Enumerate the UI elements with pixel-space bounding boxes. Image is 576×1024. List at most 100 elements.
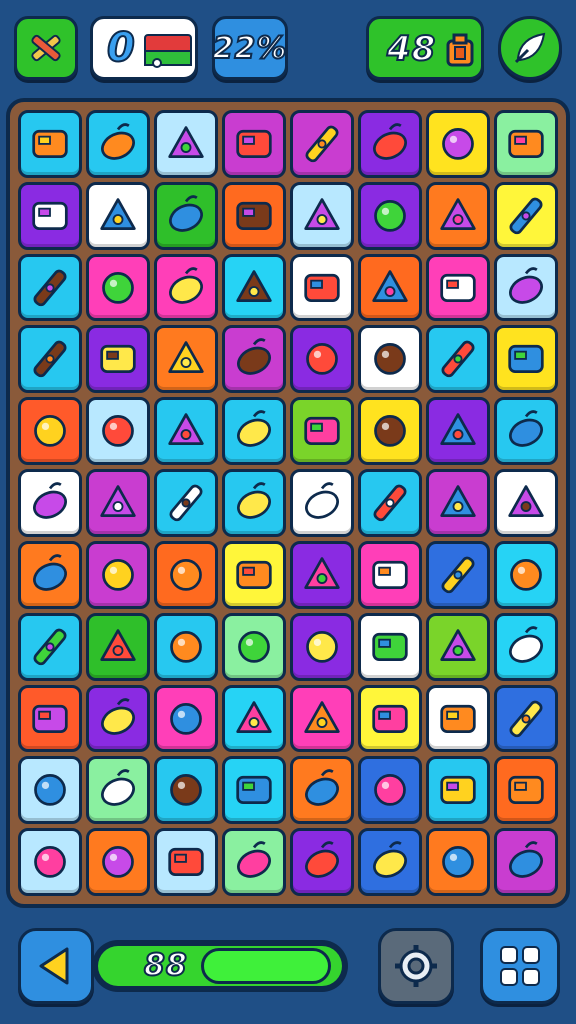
calendar-icon xyxy=(374,343,406,376)
tile-tomato[interactable] xyxy=(222,397,286,466)
tile-banana[interactable] xyxy=(18,397,82,466)
tile-spiral[interactable] xyxy=(86,828,150,896)
tile-balloon[interactable] xyxy=(426,181,490,250)
swirl-icon xyxy=(34,774,66,807)
tile-gear[interactable] xyxy=(86,612,150,681)
tile-pear[interactable] xyxy=(18,325,82,394)
tile-crayon[interactable] xyxy=(358,540,422,609)
tile-square[interactable] xyxy=(358,397,422,466)
tile-ring[interactable] xyxy=(494,253,558,322)
tile-battery[interactable] xyxy=(18,612,82,681)
tile-jar[interactable] xyxy=(426,612,490,681)
tile-leaf[interactable] xyxy=(426,756,490,825)
tile-cucumber[interactable] xyxy=(358,110,422,178)
tile-pencil[interactable] xyxy=(426,540,490,609)
tile-crayon[interactable] xyxy=(358,756,422,825)
tile-card[interactable] xyxy=(222,756,286,825)
tile-box[interactable] xyxy=(86,325,150,394)
tile-balloon[interactable] xyxy=(494,469,558,537)
tile-box[interactable] xyxy=(154,756,218,825)
menu-button[interactable] xyxy=(480,928,560,1004)
tile-table[interactable] xyxy=(154,181,218,250)
tile-bread[interactable] xyxy=(358,828,422,896)
tile-heart[interactable] xyxy=(18,469,82,537)
tile-grid-box[interactable] xyxy=(494,110,558,178)
tile-berry[interactable] xyxy=(18,828,82,896)
tile-waffle[interactable] xyxy=(290,612,354,681)
tile-block[interactable] xyxy=(222,540,286,609)
tile-book[interactable] xyxy=(154,540,218,609)
tile-speaker[interactable] xyxy=(426,253,490,322)
coin-jar-icon xyxy=(446,33,474,67)
tile-gear[interactable] xyxy=(426,325,490,394)
tile-pin[interactable] xyxy=(86,540,150,609)
tile-crayon[interactable] xyxy=(222,684,286,753)
tile-pin[interactable] xyxy=(290,756,354,825)
tile-wrench[interactable] xyxy=(290,540,354,609)
tile-cube[interactable] xyxy=(154,612,218,681)
tile-stick[interactable] xyxy=(86,397,150,466)
tile-camera[interactable] xyxy=(494,756,558,825)
shell-icon xyxy=(510,558,542,591)
tile-bug[interactable] xyxy=(154,684,218,753)
tile-capsule[interactable] xyxy=(494,684,558,753)
tile-berry[interactable] xyxy=(222,828,286,896)
tile-check[interactable] xyxy=(494,828,558,896)
tile-carrot[interactable] xyxy=(290,325,354,394)
tile-camera[interactable] xyxy=(86,756,150,825)
tile-gourd[interactable] xyxy=(86,253,150,322)
tile-crayon[interactable] xyxy=(222,612,286,681)
tile-bottle[interactable] xyxy=(154,397,218,466)
tile-brick-cake[interactable] xyxy=(222,469,286,537)
tile-bell[interactable] xyxy=(154,828,218,896)
tile-monster[interactable] xyxy=(290,469,354,537)
tile-bars[interactable] xyxy=(494,181,558,250)
tile-orange[interactable] xyxy=(222,325,286,394)
coins-panel[interactable]: 48 xyxy=(366,16,484,80)
tile-cube[interactable] xyxy=(154,253,218,322)
power-button[interactable] xyxy=(498,16,562,80)
tile-printer[interactable] xyxy=(426,828,490,896)
tile-canister[interactable] xyxy=(494,397,558,466)
tile-pencil[interactable] xyxy=(358,684,422,753)
tile-ice-cream[interactable] xyxy=(222,110,286,178)
tile-capsule[interactable] xyxy=(290,397,354,466)
tile-brick[interactable] xyxy=(358,253,422,322)
tile-melon[interactable] xyxy=(18,253,82,322)
tile-calendar[interactable] xyxy=(358,325,422,394)
tile-seed[interactable] xyxy=(426,110,490,178)
back-button[interactable] xyxy=(18,928,94,1004)
tile-sun[interactable] xyxy=(290,684,354,753)
tile-ball[interactable] xyxy=(290,110,354,178)
tile-paint-tube[interactable] xyxy=(222,181,286,250)
tile-plum[interactable] xyxy=(222,253,286,322)
tile-candy[interactable] xyxy=(86,110,150,178)
tile-sun[interactable] xyxy=(426,684,490,753)
tile-can[interactable] xyxy=(358,469,422,537)
tile-apple[interactable] xyxy=(86,181,150,250)
tile-gear[interactable] xyxy=(86,684,150,753)
tile-shell[interactable] xyxy=(494,540,558,609)
tile-crate[interactable] xyxy=(154,469,218,537)
tile-swirl[interactable] xyxy=(18,756,82,825)
tile-horn[interactable] xyxy=(154,325,218,394)
tile-eraser[interactable] xyxy=(154,110,218,178)
tile-ring[interactable] xyxy=(290,828,354,896)
tile-pepper[interactable] xyxy=(18,181,82,250)
tile-crayon[interactable] xyxy=(290,253,354,322)
tools-button[interactable] xyxy=(14,16,78,80)
tile-hand[interactable] xyxy=(426,469,490,537)
back-arrow-icon xyxy=(39,947,69,985)
tile-lunchbox[interactable] xyxy=(358,612,422,681)
tile-clip[interactable] xyxy=(426,397,490,466)
tile-funnel[interactable] xyxy=(290,181,354,250)
grid-menu-icon xyxy=(500,946,540,986)
tile-star-leaf[interactable] xyxy=(86,469,150,537)
tile-bar[interactable] xyxy=(494,325,558,394)
tile-apple[interactable] xyxy=(18,540,82,609)
tile-pins[interactable] xyxy=(358,181,422,250)
tile-puzzle[interactable] xyxy=(494,612,558,681)
tile-tube[interactable] xyxy=(18,110,82,178)
tile-brush[interactable] xyxy=(18,684,82,753)
settings-button[interactable] xyxy=(378,928,454,1004)
